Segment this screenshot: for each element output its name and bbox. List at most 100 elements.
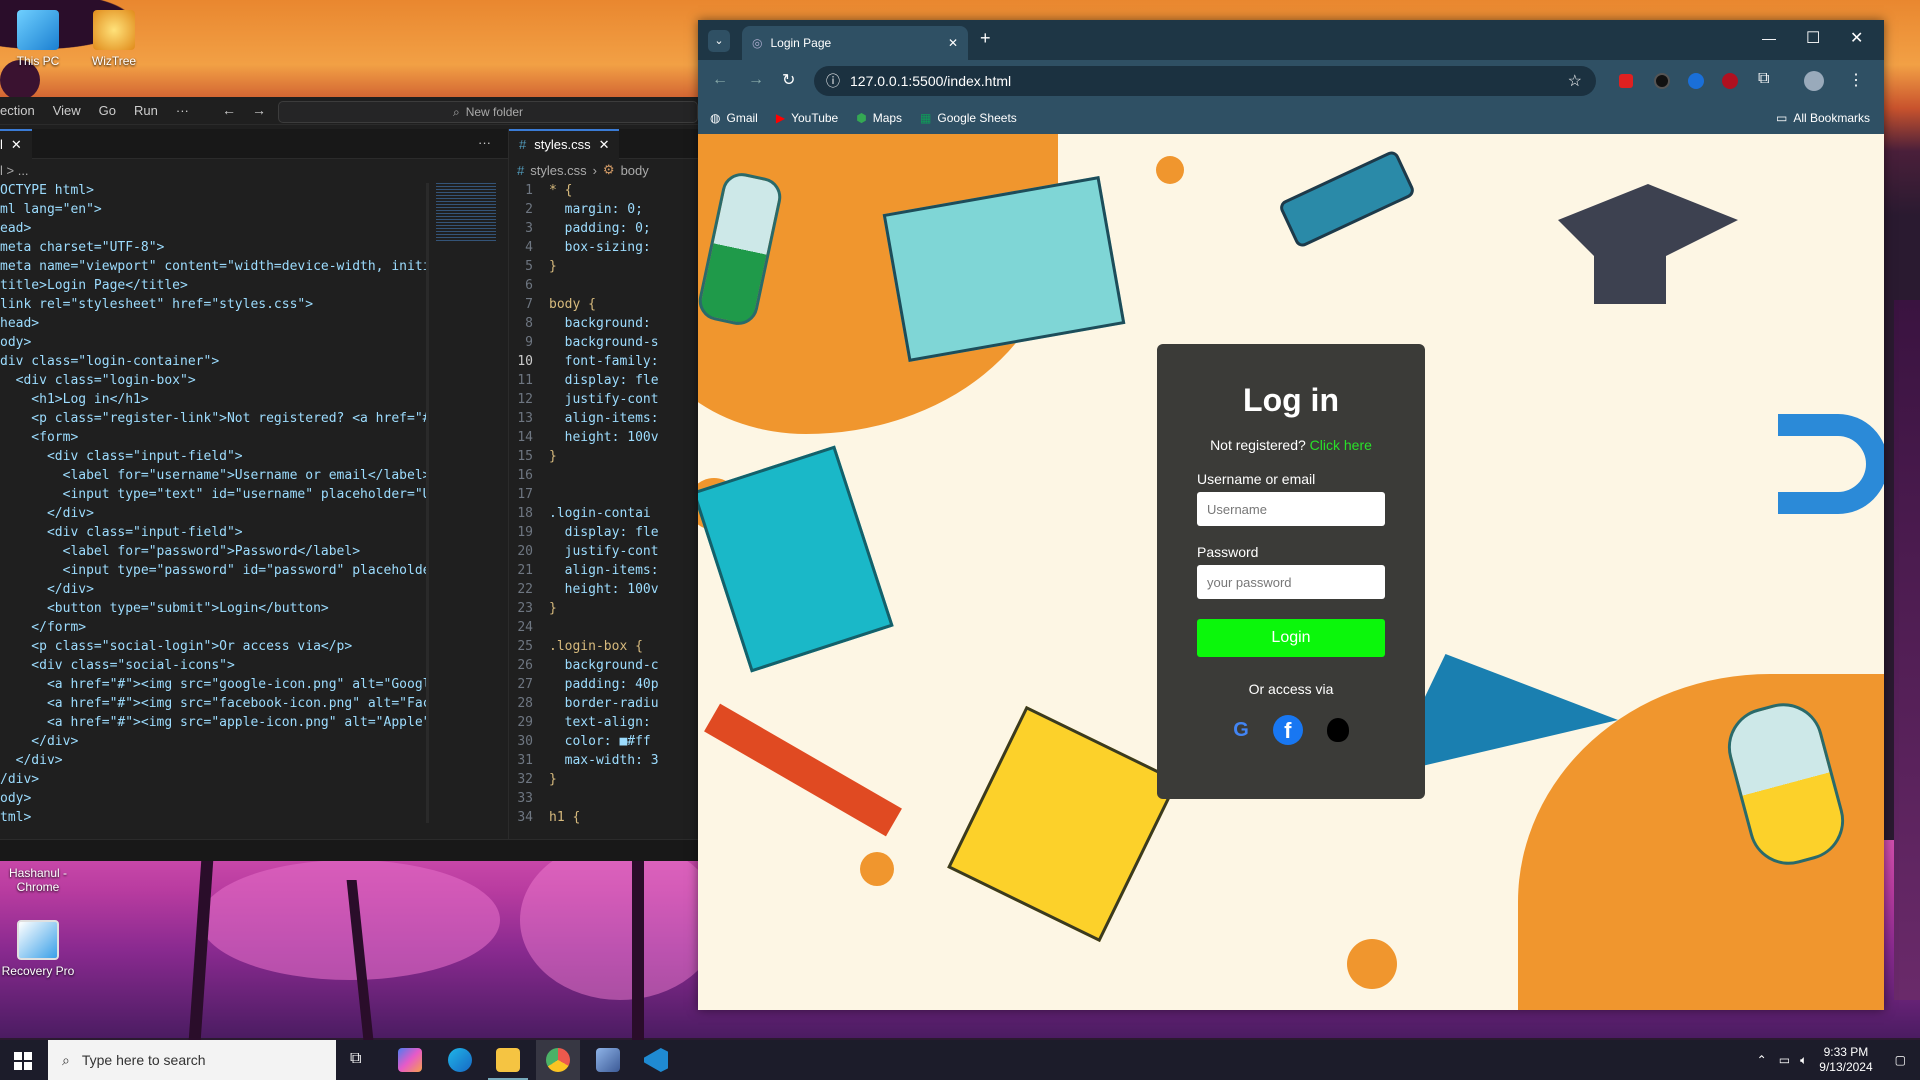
code-line[interactable]: 18 .login-contai — [509, 504, 700, 523]
code-line[interactable]: 12 justify-cont — [509, 390, 700, 409]
code-line[interactable]: <div class="social-icons"> — [0, 656, 426, 675]
breadcrumb-symbol[interactable]: body — [621, 163, 649, 178]
code-line[interactable]: head> — [0, 314, 426, 333]
site-info-icon[interactable]: ⓘ — [826, 71, 840, 91]
bookmark-star-icon[interactable]: ☆ — [1568, 71, 1582, 91]
chevron-up-icon[interactable]: ⌃ — [1757, 1053, 1767, 1067]
code-line[interactable]: title>Login Page</title> — [0, 276, 426, 295]
close-icon[interactable]: ✕ — [599, 137, 610, 153]
menu-item-run[interactable]: Run — [134, 103, 158, 118]
code-line[interactable]: 2 margin: 0; — [509, 200, 700, 219]
code-line[interactable]: <a href="#"><img src="apple-icon.png" al… — [0, 713, 426, 732]
code-line[interactable]: 26 background-c — [509, 656, 700, 675]
code-line[interactable]: <a href="#"><img src="facebook-icon.png"… — [0, 694, 426, 713]
code-line[interactable]: 20 justify-cont — [509, 542, 700, 561]
close-window-icon[interactable]: ✕ — [1850, 28, 1863, 48]
code-line[interactable]: <input type="text" id="username" placeho… — [0, 485, 426, 504]
login-button[interactable]: Login — [1197, 619, 1385, 657]
extension-icon[interactable] — [1654, 73, 1670, 89]
code-line[interactable]: meta charset="UTF-8"> — [0, 238, 426, 257]
code-line[interactable]: 27 padding: 40p — [509, 675, 700, 694]
forward-icon[interactable]: → — [748, 71, 764, 89]
address-bar[interactable]: ⓘ 127.0.0.1:5500/index.html ☆ — [814, 66, 1596, 96]
bookmark-youtube[interactable]: ▶ YouTube — [776, 111, 838, 125]
profile-avatar[interactable] — [1804, 71, 1824, 91]
code-line[interactable]: ead> — [0, 219, 426, 238]
code-line[interactable]: 16 — [509, 466, 700, 485]
tab-styles-css[interactable]: # styles.css ✕ — [509, 128, 620, 159]
code-line[interactable]: 4 box-sizing: — [509, 238, 700, 257]
more-actions-icon[interactable]: ··· — [478, 135, 491, 150]
tab-search-icon[interactable]: ⌄ — [708, 30, 730, 52]
code-line[interactable]: meta name="viewport" content="width=devi… — [0, 257, 426, 276]
code-line[interactable]: 15} — [509, 447, 700, 466]
code-line[interactable]: 11 display: fle — [509, 371, 700, 390]
code-line[interactable]: 7 body { — [509, 295, 700, 314]
scrollbar[interactable] — [426, 183, 429, 823]
code-line[interactable]: <h1>Log in</h1> — [0, 390, 426, 409]
code-line[interactable]: <label for="username">Username or email<… — [0, 466, 426, 485]
code-line[interactable]: link rel="stylesheet" href="styles.css"> — [0, 295, 426, 314]
all-bookmarks[interactable]: ▭ All Bookmarks — [1776, 111, 1870, 125]
code-line[interactable]: </form> — [0, 618, 426, 637]
bookmark-maps[interactable]: ⬢ Maps — [856, 111, 902, 125]
code-line[interactable]: <form> — [0, 428, 426, 447]
code-line[interactable]: <div class="input-field"> — [0, 523, 426, 542]
code-line[interactable]: 25 .login-box { — [509, 637, 700, 656]
menu-more-button[interactable]: ··· — [176, 103, 189, 118]
desktop-icon-this-pc[interactable]: This PC — [0, 10, 76, 68]
code-line[interactable]: /div> — [0, 770, 426, 789]
menu-icon[interactable]: ⋮ — [1848, 70, 1864, 90]
desktop-icon-recovery-pro[interactable]: Recovery Pro — [0, 920, 76, 978]
network-icon[interactable]: ▭ — [1779, 1053, 1790, 1067]
extension-icon[interactable] — [1688, 73, 1704, 89]
notification-icon[interactable]: ▢ — [1895, 1053, 1906, 1067]
breadcrumb-file[interactable]: styles.css — [530, 163, 586, 178]
code-line[interactable]: tml> — [0, 808, 426, 827]
code-line[interactable]: <p class="register-link">Not registered?… — [0, 409, 426, 428]
code-line[interactable]: 13 align-items: — [509, 409, 700, 428]
apple-icon[interactable] — [1326, 718, 1349, 742]
desktop-icon-wiztree[interactable]: WizTree — [76, 10, 152, 68]
windows-start-icon[interactable] — [14, 1052, 32, 1070]
code-line[interactable]: 29 text-align: — [509, 713, 700, 732]
bookmark-google-sheets[interactable]: ▦ Google Sheets — [920, 111, 1017, 125]
code-line[interactable]: <input type="password" id="password" pla… — [0, 561, 426, 580]
password-input[interactable] — [1197, 565, 1385, 599]
code-line[interactable]: </div> — [0, 580, 426, 599]
edge-icon[interactable] — [448, 1048, 472, 1072]
task-view-icon[interactable]: ⧉ — [350, 1050, 361, 1068]
code-line[interactable]: 6 — [509, 276, 700, 295]
code-line[interactable]: 17 — [509, 485, 700, 504]
copilot-icon[interactable] — [398, 1048, 422, 1072]
menu-item-selection[interactable]: ection — [0, 103, 35, 118]
username-input[interactable] — [1197, 492, 1385, 526]
code-line[interactable]: <p class="social-login">Or access via</p… — [0, 637, 426, 656]
code-line[interactable]: 1 * { — [509, 181, 700, 200]
code-line[interactable]: OCTYPE html> — [0, 181, 426, 200]
code-line[interactable]: 21 align-items: — [509, 561, 700, 580]
vscode-command-center[interactable]: ⌕ New folder — [278, 101, 698, 123]
code-line[interactable]: 3 padding: 0; — [509, 219, 700, 238]
code-line[interactable]: 8 background: — [509, 314, 700, 333]
extension-icon[interactable] — [1619, 74, 1633, 88]
code-line[interactable]: </div> — [0, 504, 426, 523]
code-line[interactable]: 33 — [509, 789, 700, 808]
forward-arrow-icon[interactable]: → — [252, 102, 266, 118]
code-line[interactable]: ody> — [0, 789, 426, 808]
vscode-icon[interactable] — [644, 1048, 668, 1072]
reload-icon[interactable]: ↻ — [782, 70, 795, 90]
code-line[interactable]: 34 h1 { — [509, 808, 700, 827]
code-line[interactable]: <div class="input-field"> — [0, 447, 426, 466]
extension-icon[interactable] — [1722, 73, 1738, 89]
menu-item-view[interactable]: View — [53, 103, 81, 118]
code-line[interactable]: 31 max-width: 3 — [509, 751, 700, 770]
code-line[interactable]: div class="login-container"> — [0, 352, 426, 371]
bookmark-gmail[interactable]: ◍ Gmail — [710, 111, 758, 125]
close-icon[interactable]: ✕ — [948, 36, 958, 50]
register-link[interactable]: Click here — [1310, 437, 1372, 453]
code-line[interactable]: 19 display: fle — [509, 523, 700, 542]
code-line[interactable]: 28 border-radiu — [509, 694, 700, 713]
code-line[interactable]: 14 height: 100v — [509, 428, 700, 447]
code-line[interactable]: 5} — [509, 257, 700, 276]
